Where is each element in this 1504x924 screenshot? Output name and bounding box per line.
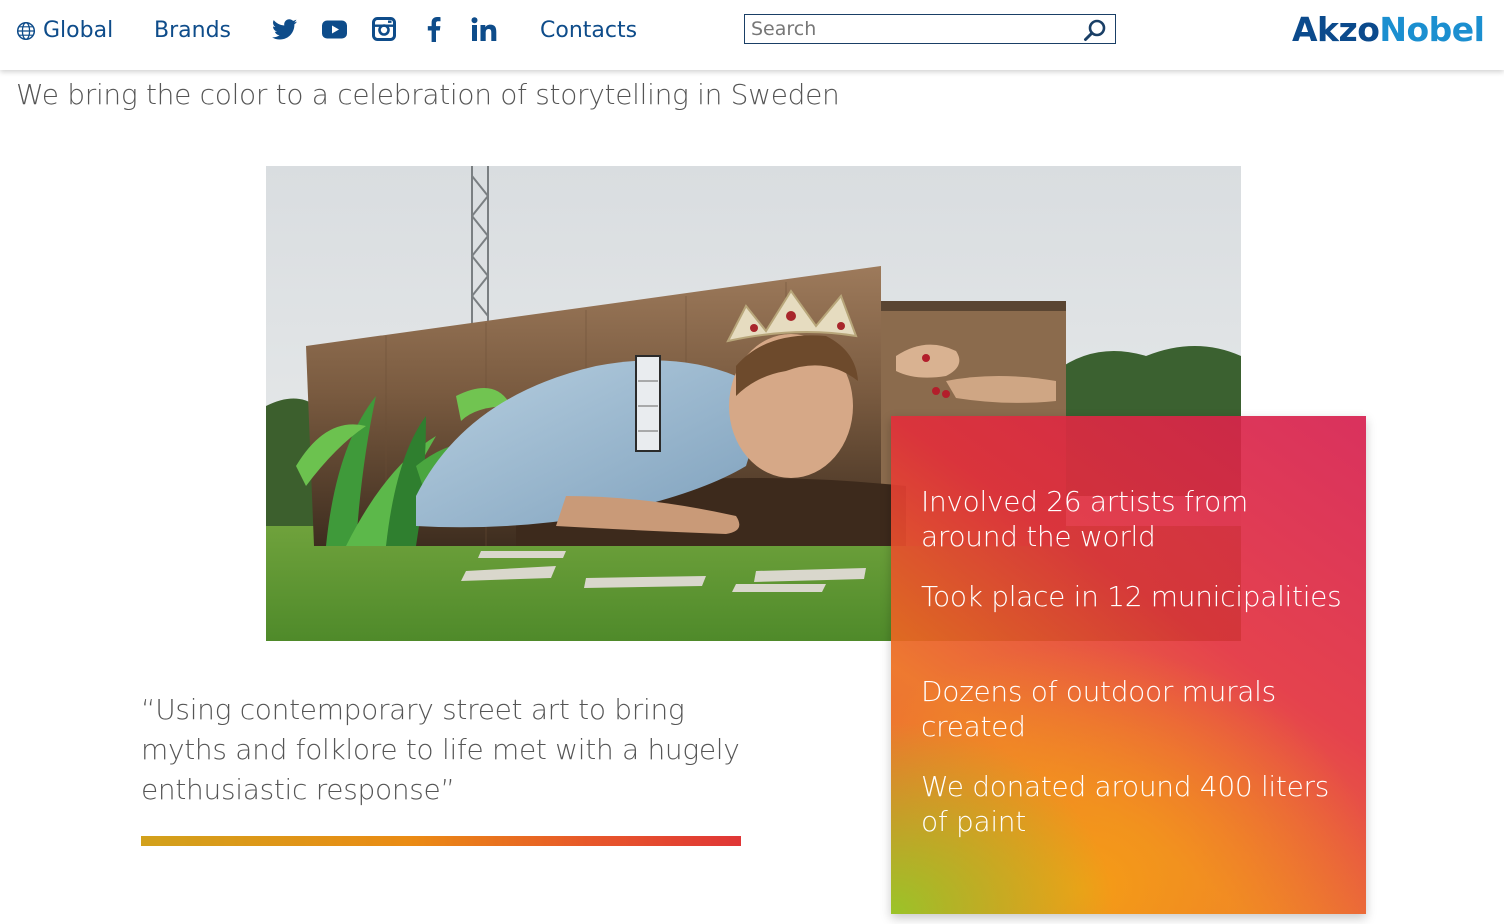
linkedin-icon[interactable] [470, 14, 498, 44]
quote-accent-bar [141, 836, 741, 846]
nav-contacts-link[interactable]: Contacts [540, 16, 637, 46]
fact-item: Took place in 12 municipalities [921, 580, 1342, 613]
akzonobel-logo[interactable]: AkzoNobel [1292, 8, 1485, 52]
youtube-icon[interactable] [321, 14, 347, 44]
globe-icon[interactable] [16, 21, 36, 41]
logo-part-nobel: Nobel [1379, 10, 1485, 49]
fact-item: Dozens of outdoor murals created [921, 675, 1276, 743]
logo-part-akzo: Akzo [1292, 10, 1380, 49]
pull-quote: “Using contemporary street art to bring … [141, 693, 740, 806]
page-title: We bring the color to a celebration of s… [16, 78, 840, 111]
search-box [744, 14, 1116, 44]
facts-panel: Involved 26 artists from around the worl… [891, 416, 1366, 914]
search-icon[interactable] [1083, 18, 1107, 42]
fact-item: Involved 26 artists from around the worl… [921, 485, 1248, 553]
site-header: Global Brands Contacts AkzoNobel [0, 0, 1504, 70]
fact-item: We donated around 400 liters of paint [921, 770, 1330, 838]
instagram-icon[interactable] [371, 14, 397, 44]
twitter-icon[interactable] [271, 14, 297, 44]
nav-global-link[interactable]: Global [43, 16, 113, 46]
nav-brands-link[interactable]: Brands [154, 16, 231, 46]
search-input[interactable] [751, 17, 1071, 41]
facebook-icon[interactable] [424, 14, 444, 44]
